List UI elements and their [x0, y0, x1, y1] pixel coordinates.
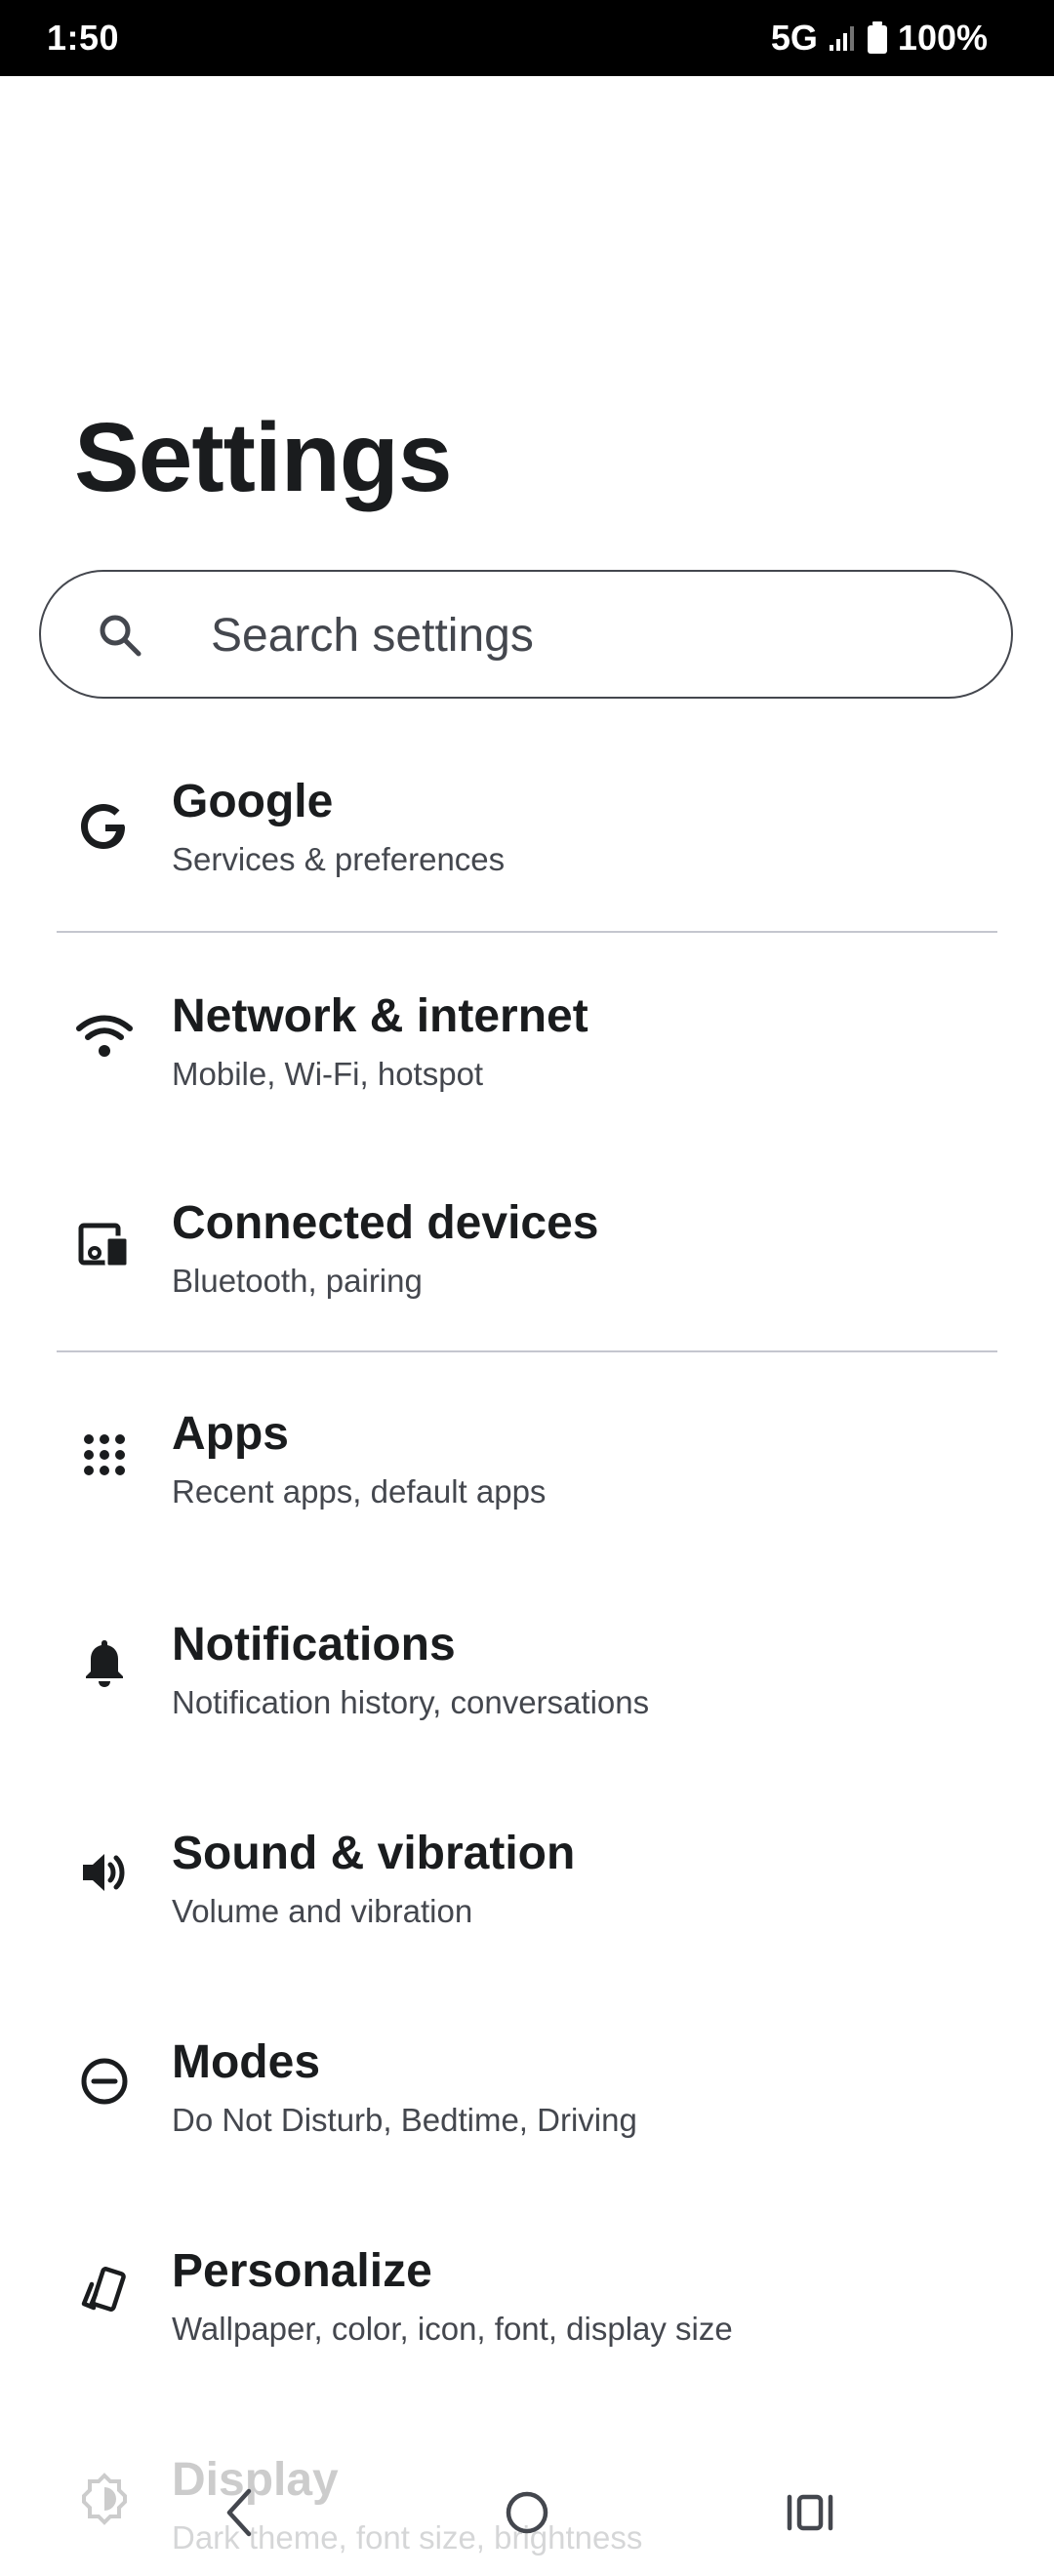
- home-icon[interactable]: [483, 2469, 571, 2556]
- devices-icon: [70, 1210, 139, 1278]
- settings-item-google[interactable]: Google Services & preferences: [0, 732, 1054, 927]
- item-subtitle: Volume and vibration: [172, 1893, 473, 1929]
- divider: [57, 931, 997, 933]
- divider: [57, 1350, 997, 1352]
- personalize-icon: [70, 2256, 139, 2324]
- signal-icon: [828, 23, 857, 53]
- item-subtitle: Notification history, conversations: [172, 1684, 650, 1720]
- settings-item-modes[interactable]: Modes Do Not Disturb, Bedtime, Driving: [0, 1987, 1054, 2182]
- wifi-icon: [70, 1001, 139, 1069]
- item-subtitle: Bluetooth, pairing: [172, 1263, 423, 1299]
- navigation-bar: [0, 2449, 1054, 2576]
- item-subtitle: Services & preferences: [172, 841, 506, 877]
- bell-icon: [70, 1630, 139, 1698]
- item-subtitle: Wallpaper, color, icon, font, display si…: [172, 2311, 733, 2347]
- speaker-icon: [70, 1838, 139, 1907]
- item-title: Sound & vibration: [172, 1828, 576, 1879]
- settings-item-sound[interactable]: Sound & vibration Volume and vibration: [0, 1778, 1054, 1973]
- item-title: Connected devices: [172, 1197, 599, 1249]
- google-icon: [70, 792, 139, 861]
- recents-icon[interactable]: [767, 2469, 855, 2556]
- status-time: 1:50: [47, 18, 120, 58]
- settings-item-network[interactable]: Network & internet Mobile, Wi-Fi, hotspo…: [0, 941, 1054, 1136]
- network-type: 5G: [770, 18, 818, 58]
- status-indicators: 5G 100%: [771, 18, 988, 59]
- search-input[interactable]: Search settings: [39, 570, 1013, 699]
- search-placeholder: Search settings: [211, 610, 534, 662]
- settings-item-personalize[interactable]: Personalize Wallpaper, color, icon, font…: [0, 2195, 1054, 2391]
- item-subtitle: Recent apps, default apps: [172, 1473, 547, 1509]
- item-title: Apps: [172, 1408, 289, 1460]
- item-subtitle: Do Not Disturb, Bedtime, Driving: [172, 2102, 637, 2138]
- battery-icon: [867, 21, 888, 55]
- apps-grid-icon: [70, 1421, 139, 1489]
- item-subtitle: Mobile, Wi-Fi, hotspot: [172, 1056, 484, 1092]
- settings-item-connected-devices[interactable]: Connected devices Bluetooth, pairing: [0, 1151, 1054, 1347]
- item-title: Notifications: [172, 1619, 456, 1670]
- item-title: Network & internet: [172, 990, 588, 1042]
- settings-item-notifications[interactable]: Notifications Notification history, conv…: [0, 1569, 1054, 1764]
- item-title: Google: [172, 776, 334, 827]
- settings-item-apps[interactable]: Apps Recent apps, default apps: [0, 1360, 1054, 1555]
- page-title: Settings: [74, 403, 452, 512]
- back-icon[interactable]: [195, 2469, 283, 2556]
- search-icon: [96, 611, 144, 660]
- item-title: Personalize: [172, 2245, 432, 2297]
- status-bar: 1:50 5G 100%: [0, 0, 1054, 76]
- minus-circle-icon: [70, 2047, 139, 2115]
- settings-screen: 1:50 5G 100% Settings Search settings Go…: [0, 0, 1054, 2576]
- item-title: Modes: [172, 2036, 321, 2088]
- battery-level: 100%: [897, 18, 988, 58]
